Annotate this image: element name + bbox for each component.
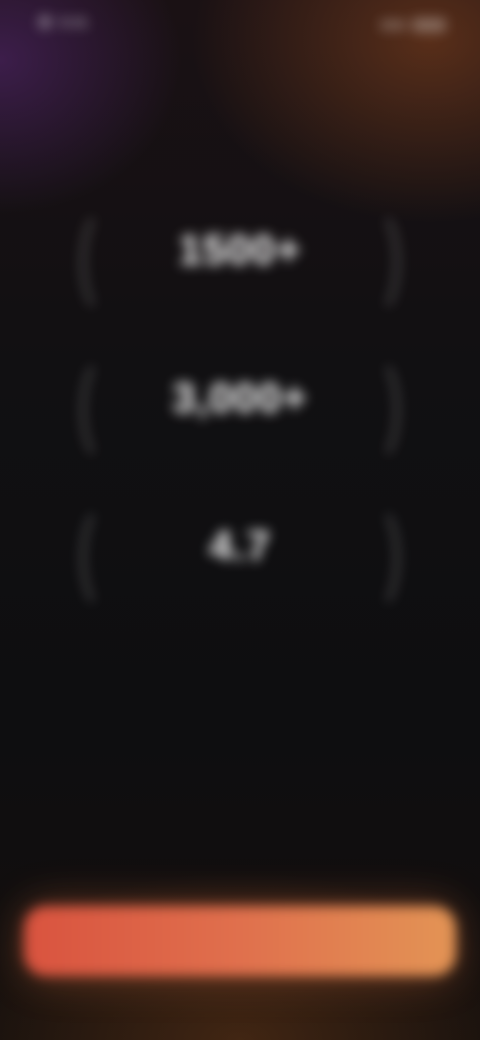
status-bar-right <box>380 18 446 32</box>
laurel-right-icon <box>348 502 400 614</box>
status-bar-left: 9:41 <box>38 14 88 30</box>
laurel-right-icon <box>348 354 400 466</box>
stat-row-1: 1500+ <box>60 196 420 318</box>
stat-row-2: 3,000+ <box>60 344 420 466</box>
status-icon <box>38 15 52 29</box>
signal-icon <box>380 20 406 30</box>
blurred-content: 9:41 1500+ 3,000+ 4.7 <box>0 0 480 1040</box>
app-screen: 9:41 1500+ 3,000+ 4.7 <box>0 0 480 1040</box>
status-time: 9:41 <box>60 14 89 30</box>
primary-cta-button[interactable] <box>24 906 456 976</box>
laurel-right-icon <box>348 206 400 318</box>
stat-row-3: 4.7 <box>60 492 420 614</box>
battery-icon <box>412 18 446 32</box>
